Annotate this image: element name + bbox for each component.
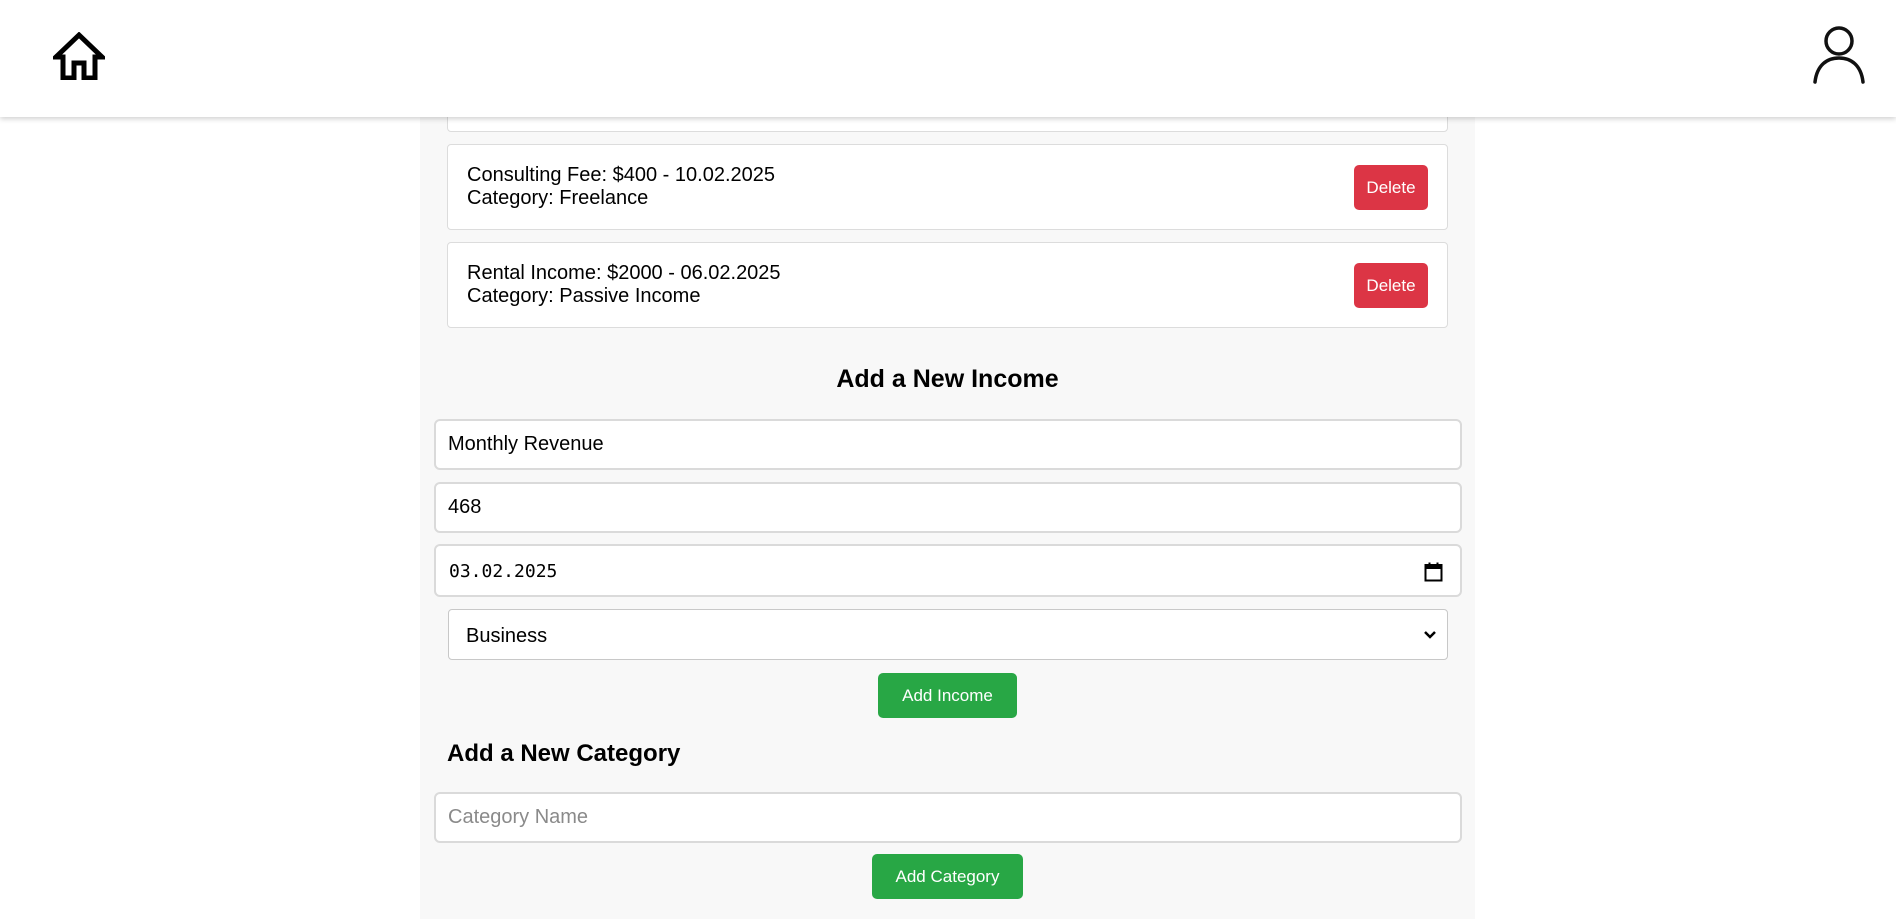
add-category-heading: Add a New Category	[447, 740, 681, 767]
income-date-value: 03.02.2025	[449, 561, 558, 582]
income-category-select[interactable]: Business	[448, 609, 1448, 660]
chevron-down-icon	[1424, 631, 1436, 639]
income-list-item: Consulting Fee: $400 - 10.02.2025 Catego…	[447, 144, 1448, 230]
home-icon[interactable]	[53, 32, 105, 80]
income-date-input[interactable]: 03.02.2025	[434, 544, 1462, 597]
category-name-input[interactable]	[434, 792, 1462, 843]
add-income-button[interactable]: Add Income	[878, 673, 1017, 718]
add-category-button[interactable]: Add Category	[872, 854, 1023, 899]
top-navbar	[0, 0, 1896, 117]
income-category: Category: Passive Income	[467, 285, 701, 307]
income-title: Consulting Fee: $400 - 10.02.2025	[467, 164, 775, 186]
income-amount-input[interactable]	[434, 482, 1462, 533]
delete-income-button[interactable]: Delete	[1354, 263, 1428, 308]
user-profile-icon[interactable]	[1812, 25, 1866, 85]
income-category: Category: Freelance	[467, 187, 649, 209]
add-income-heading: Add a New Income	[836, 365, 1059, 393]
delete-income-button[interactable]: Delete	[1354, 165, 1428, 210]
calendar-icon[interactable]	[1424, 562, 1443, 582]
income-category-selected: Business	[466, 625, 548, 647]
income-name-input[interactable]	[434, 419, 1462, 470]
income-title: Rental Income: $2000 - 06.02.2025	[467, 262, 781, 284]
income-list-item: Rental Income: $2000 - 06.02.2025 Catego…	[447, 242, 1448, 328]
